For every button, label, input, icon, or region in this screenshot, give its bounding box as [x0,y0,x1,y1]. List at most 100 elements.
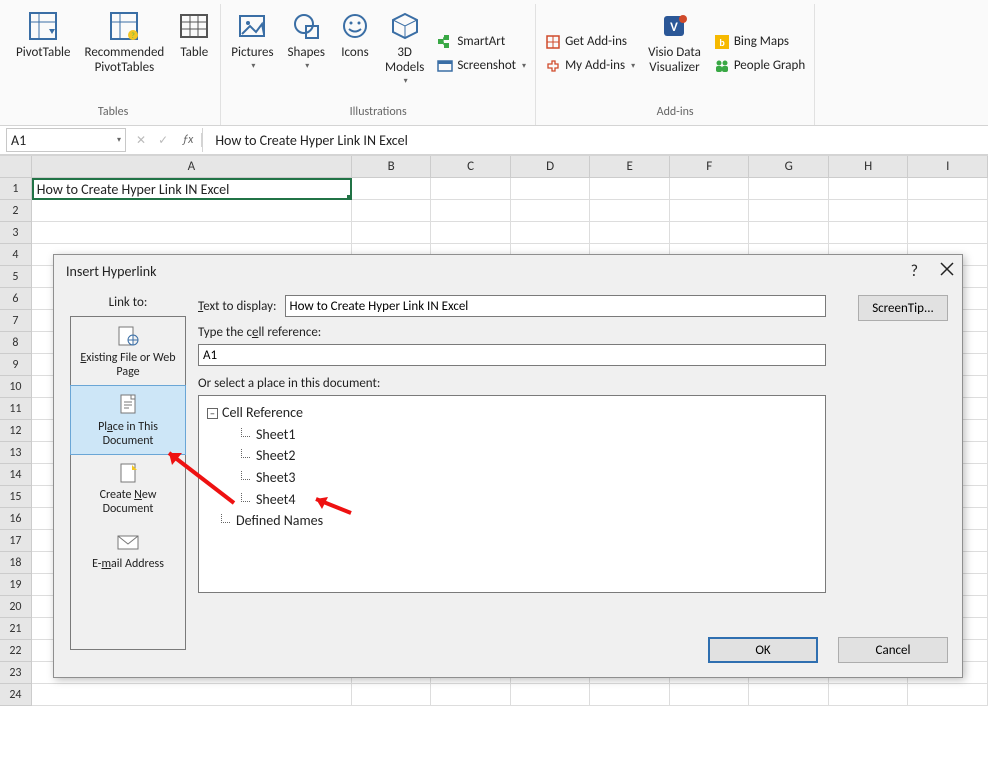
row-header[interactable]: 6 [0,288,32,310]
row-header[interactable]: 1 [0,178,32,200]
cell[interactable] [511,222,591,244]
cell-reference-input[interactable] [198,344,826,366]
col-header[interactable]: B [352,156,432,178]
cell[interactable] [670,200,750,222]
linkto-email[interactable]: E-mail Address [71,523,185,578]
cell[interactable] [352,222,432,244]
tree-node-defined-names[interactable]: Defined Names [221,510,817,532]
visio-visualizer-button[interactable]: V Visio Data Visualizer [644,4,705,103]
row-header[interactable]: 21 [0,618,32,640]
close-icon[interactable] [940,262,954,281]
row-header[interactable]: 10 [0,376,32,398]
text-to-display-input[interactable] [285,295,826,317]
linkto-place-in-document[interactable]: Place in This Document [70,385,186,455]
cell[interactable] [511,200,591,222]
cell[interactable] [431,178,511,200]
screenshot-button[interactable]: Screenshot ▾ [434,56,529,76]
row-header[interactable]: 11 [0,398,32,420]
pivottable-button[interactable]: PivotTable [12,4,75,103]
row-header[interactable]: 9 [0,354,32,376]
tree-node-sheet[interactable]: Sheet4 [241,489,817,511]
cell[interactable] [352,684,432,706]
help-icon[interactable]: ? [911,262,918,281]
ok-button[interactable]: OK [708,637,818,663]
linkto-create-new[interactable]: Create New Document [71,454,185,523]
row-header[interactable]: 19 [0,574,32,596]
col-header[interactable]: F [670,156,750,178]
screentip-button[interactable]: ScreenTip... [858,295,948,321]
my-addins-button[interactable]: My Add-ins ▾ [542,56,638,76]
row-header[interactable]: 4 [0,244,32,266]
recommended-pivottables-button[interactable]: ? Recommended PivotTables [81,4,169,103]
cell[interactable] [431,200,511,222]
cancel-button[interactable]: Cancel [838,637,948,663]
name-box[interactable]: A1 ▾ [6,128,126,152]
cell[interactable] [590,222,670,244]
row-header[interactable]: 20 [0,596,32,618]
row-header[interactable]: 13 [0,442,32,464]
pictures-button[interactable]: Pictures ▾ [227,4,277,103]
row-header[interactable]: 2 [0,200,32,222]
cell[interactable] [829,222,909,244]
cell[interactable] [829,178,909,200]
formula-input[interactable]: How to Create Hyper Link IN Excel [202,128,988,152]
tree-node-sheet[interactable]: Sheet1 [241,424,817,446]
cell[interactable] [908,222,988,244]
cell[interactable] [32,222,352,244]
people-graph-button[interactable]: People Graph [711,56,808,76]
row-header[interactable]: 22 [0,640,32,662]
icons-button[interactable]: Icons [335,4,375,103]
cell[interactable] [431,684,511,706]
cell[interactable] [590,200,670,222]
select-all-corner[interactable] [0,156,32,178]
col-header[interactable]: D [511,156,591,178]
tree-node-cell-reference[interactable]: −Cell Reference [207,402,817,424]
row-header[interactable]: 24 [0,684,32,706]
cell[interactable] [590,178,670,200]
row-header[interactable]: 16 [0,508,32,530]
col-header[interactable]: H [829,156,909,178]
cell[interactable] [670,684,750,706]
cell[interactable] [670,178,750,200]
row-header[interactable]: 15 [0,486,32,508]
row-header[interactable]: 5 [0,266,32,288]
row-header[interactable]: 23 [0,662,32,684]
shapes-button[interactable]: Shapes ▾ [284,4,329,103]
cell[interactable] [670,222,750,244]
cell[interactable] [829,684,909,706]
cell[interactable] [590,684,670,706]
cell[interactable] [749,200,829,222]
cell[interactable] [511,178,591,200]
get-addins-button[interactable]: Get Add-ins [542,32,638,52]
table-button[interactable]: Table [174,4,214,103]
cell[interactable] [749,684,829,706]
place-tree[interactable]: −Cell Reference Sheet1 Sheet2 Sheet3 She… [198,395,826,593]
dropdown-icon[interactable]: ▾ [117,135,121,145]
col-header[interactable]: C [431,156,511,178]
col-header[interactable]: E [590,156,670,178]
cell[interactable] [32,684,352,706]
cell[interactable] [431,222,511,244]
col-header[interactable]: I [908,156,988,178]
col-header[interactable]: G [749,156,829,178]
row-header[interactable]: 8 [0,332,32,354]
row-header[interactable]: 18 [0,552,32,574]
cell[interactable] [32,200,352,222]
row-header[interactable]: 17 [0,530,32,552]
cell[interactable] [908,200,988,222]
cell[interactable] [511,684,591,706]
row-header[interactable]: 12 [0,420,32,442]
bing-maps-button[interactable]: b Bing Maps [711,32,808,52]
cell[interactable]: How to Create Hyper Link IN Excel [32,178,352,200]
cell[interactable] [829,200,909,222]
cell[interactable] [908,684,988,706]
fx-icon[interactable]: ƒx [174,133,202,147]
row-header[interactable]: 14 [0,464,32,486]
cell[interactable] [908,178,988,200]
3d-models-button[interactable]: 3D Models ▾ [381,4,428,103]
tree-node-sheet[interactable]: Sheet2 [241,445,817,467]
linkto-existing-file[interactable]: Existing File or Web Page [71,317,185,386]
cell[interactable] [352,200,432,222]
cell[interactable] [352,178,432,200]
smartart-button[interactable]: SmartArt [434,32,529,52]
